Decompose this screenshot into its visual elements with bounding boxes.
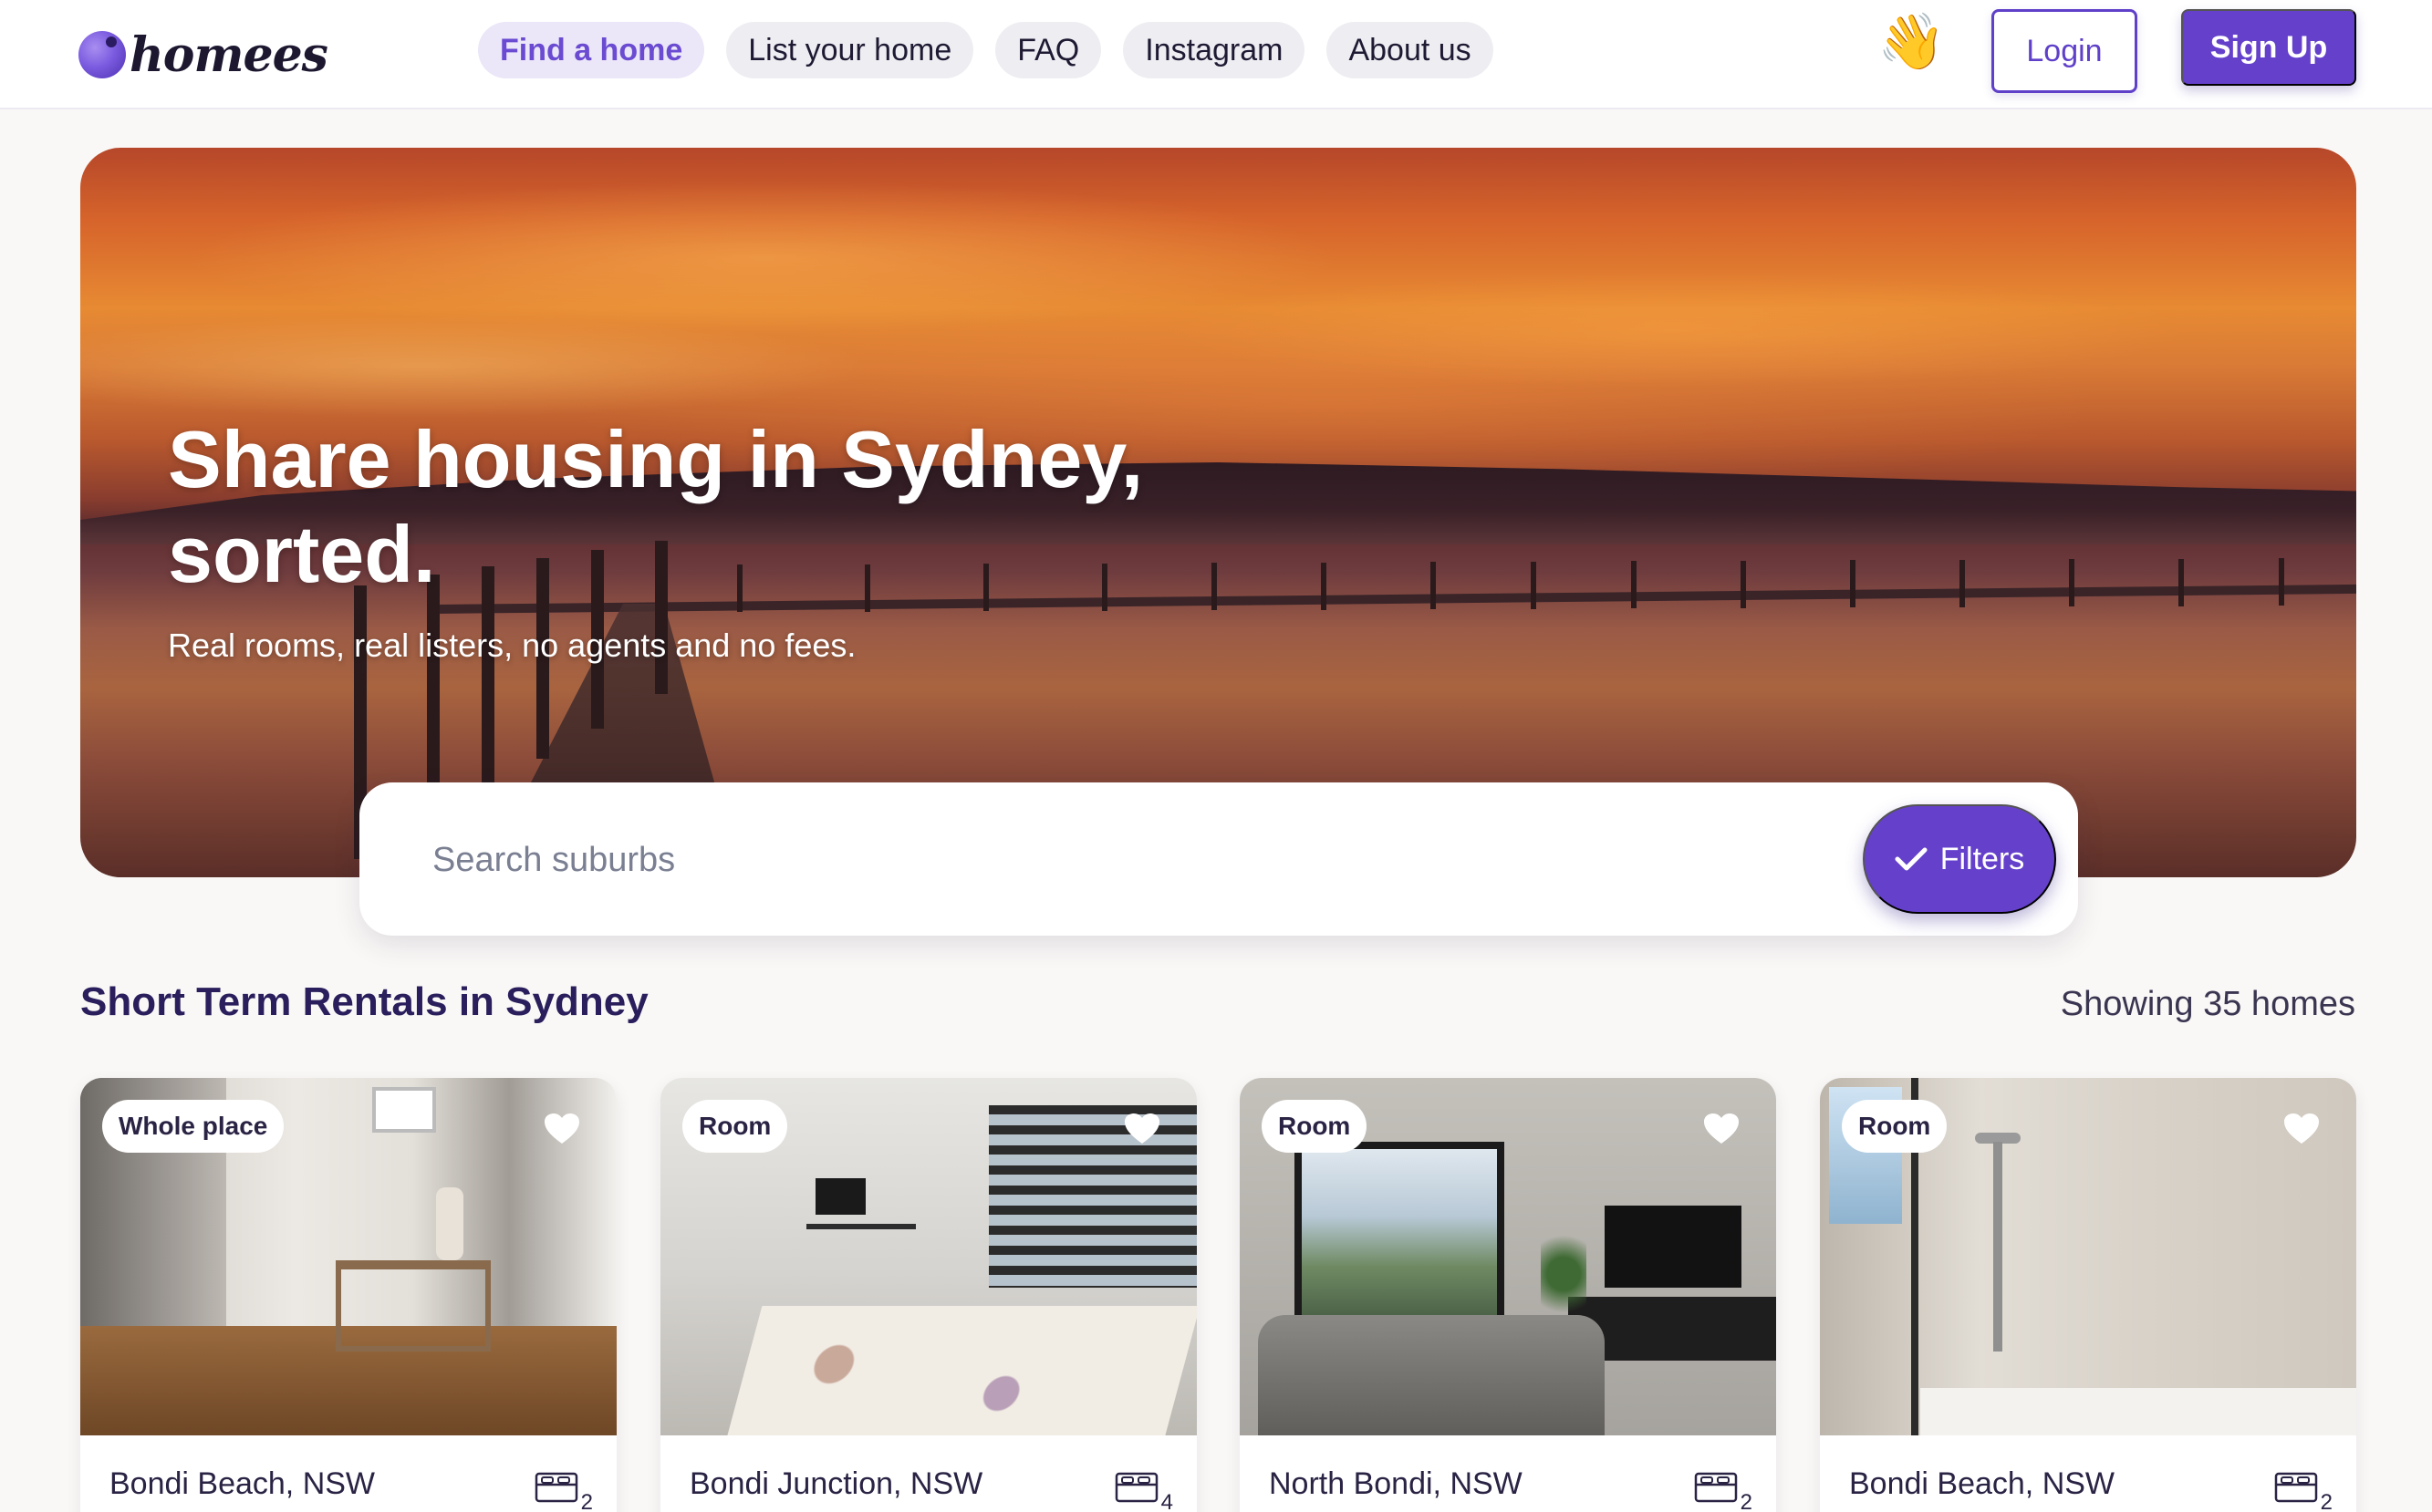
nav-faq[interactable]: FAQ: [995, 22, 1102, 78]
login-button[interactable]: Login: [1991, 9, 2137, 93]
pool-post: [2279, 558, 2284, 606]
pool-post: [2069, 559, 2074, 606]
heart-icon[interactable]: [1703, 1113, 1740, 1145]
search-suburbs-input[interactable]: [432, 828, 1801, 892]
bed-count: 2: [1740, 1490, 1752, 1512]
listing-type-badge: Room: [1842, 1100, 1948, 1153]
bed-icon: [2274, 1472, 2318, 1503]
pool-post: [1850, 560, 1855, 607]
pool-post: [1430, 562, 1436, 609]
listing-type-badge: Room: [682, 1100, 788, 1153]
top-navbar: homees Find a home List your home FAQ In…: [0, 0, 2432, 109]
hero-subtitle: Real rooms, real listers, no agents and …: [168, 627, 857, 664]
filters-label: Filters: [1939, 841, 2025, 876]
main-nav: Find a home List your home FAQ Instagram…: [478, 22, 1493, 80]
bed-count: 4: [1160, 1490, 1173, 1512]
search-bar: Filters: [359, 782, 2078, 936]
listings-count: Showing 35 homes: [2060, 985, 2355, 1023]
homees-logo[interactable]: homees: [78, 18, 328, 91]
heart-icon[interactable]: [1124, 1113, 1160, 1145]
hero-banner: Share housing in Sydney, sorted. Real ro…: [80, 148, 2356, 877]
listing-type-badge: Room: [1262, 1100, 1367, 1153]
nav-list-your-home[interactable]: List your home: [726, 22, 974, 78]
listing-type-badge: Whole place: [102, 1100, 285, 1153]
listing-location: North Bondi, NSW: [1269, 1466, 1523, 1501]
listing-location: Bondi Junction, NSW: [690, 1466, 983, 1501]
pool-post: [1531, 561, 1536, 609]
pool-post: [1631, 561, 1637, 608]
listing-location: Bondi Beach, NSW: [1849, 1466, 2115, 1501]
waving-hand-icon[interactable]: 👋: [1877, 15, 1946, 69]
listing-card[interactable]: Room North Bondi, NSW 2: [1240, 1078, 1776, 1512]
listing-card[interactable]: Room Bondi Beach, NSW 2: [1820, 1078, 2356, 1512]
listing-card[interactable]: Room Bondi Junction, NSW 4: [660, 1078, 1197, 1512]
check-icon: [1895, 847, 1928, 871]
hero-title-line1: Share housing in Sydney,: [168, 414, 1144, 504]
listing-location: Bondi Beach, NSW: [109, 1466, 376, 1501]
pool-post: [1959, 559, 1965, 607]
signup-button[interactable]: Sign Up: [2181, 9, 2356, 86]
bed-icon: [1115, 1472, 1159, 1503]
logo-wordmark: homees: [130, 26, 328, 83]
pool-post: [2178, 558, 2184, 606]
listings-title: Short Term Rentals in Sydney: [80, 979, 649, 1024]
heart-icon[interactable]: [544, 1113, 580, 1145]
listing-card[interactable]: Whole place Bondi Beach, NSW 2: [80, 1078, 617, 1512]
nav-find-a-home[interactable]: Find a home: [478, 22, 705, 78]
nav-about-us[interactable]: About us: [1326, 22, 1493, 78]
logo-mark-icon: [78, 31, 126, 78]
bed-count: 2: [2320, 1490, 2333, 1512]
bed-icon: [535, 1472, 578, 1503]
bed-count: 2: [580, 1490, 593, 1512]
heart-icon[interactable]: [2283, 1113, 2320, 1145]
hero-title: Share housing in Sydney, sorted.: [168, 412, 1354, 602]
pool-post: [1741, 560, 1746, 608]
nav-instagram[interactable]: Instagram: [1123, 22, 1305, 78]
hero-title-line2: sorted.: [168, 509, 436, 599]
filters-button[interactable]: Filters: [1863, 804, 2056, 914]
bed-icon: [1694, 1472, 1738, 1503]
